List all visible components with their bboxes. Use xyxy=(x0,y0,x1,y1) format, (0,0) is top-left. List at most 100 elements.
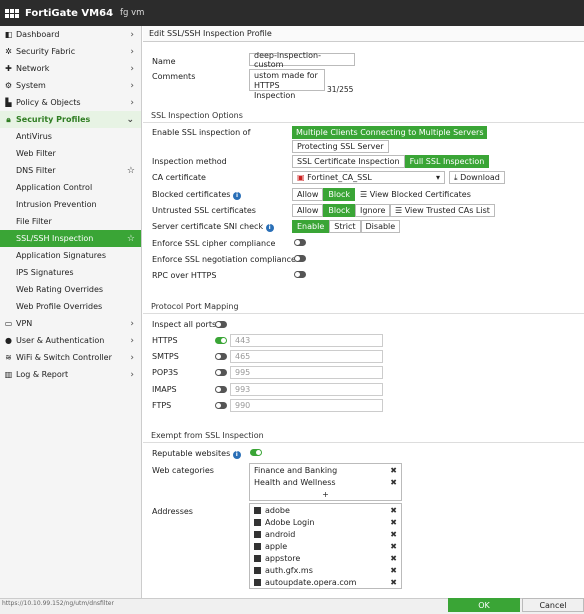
address-icon xyxy=(254,578,261,586)
comments-char-count: 31/255 xyxy=(327,85,354,94)
smtps-toggle[interactable] xyxy=(215,353,227,360)
certificate-icon: ▣ xyxy=(297,173,305,182)
sni-disable-option[interactable]: Disable xyxy=(360,220,401,233)
star-icon[interactable]: ☆ xyxy=(127,234,135,244)
list-item: adobe ✖ xyxy=(250,504,401,516)
https-port-input[interactable]: 443 xyxy=(230,334,383,347)
ok-button[interactable]: OK xyxy=(448,598,520,612)
star-icon[interactable]: ☆ xyxy=(127,166,135,176)
reputable-websites-toggle[interactable] xyxy=(250,449,262,456)
sidebar-item-log-report[interactable]: ▥ Log & Report › xyxy=(0,366,141,383)
blocked-block-option[interactable]: Block xyxy=(323,188,355,201)
close-icon[interactable]: ✖ xyxy=(390,506,397,515)
user-icon: ● xyxy=(5,336,12,345)
sidebar-item-intrusion-prevention[interactable]: Intrusion Prevention xyxy=(0,196,141,213)
sni-enable-option[interactable]: Enable xyxy=(292,220,330,233)
pop3s-port-input[interactable]: 995 xyxy=(230,366,383,379)
https-toggle[interactable] xyxy=(215,337,227,344)
close-icon[interactable]: ✖ xyxy=(390,530,397,539)
ca-certificate-label: CA certificate xyxy=(152,173,206,182)
imaps-port-input[interactable]: 993 xyxy=(230,383,383,396)
addresses-list: adobe ✖ Adobe Login ✖ android ✖ apple ✖ apps… xyxy=(249,503,402,589)
close-icon[interactable]: ✖ xyxy=(390,466,397,475)
web-categories-label: Web categories xyxy=(152,466,214,475)
blocked-allow-option[interactable]: Allow xyxy=(292,188,324,201)
list-item: Health and Wellness ✖ xyxy=(254,477,397,487)
sidebar-item-antivirus[interactable]: AntiVirus xyxy=(0,128,141,145)
imaps-toggle[interactable] xyxy=(215,386,227,393)
port-mapping-header: Protocol Port Mapping xyxy=(143,300,584,314)
blocked-certs-toggle: Allow Block xyxy=(292,188,355,201)
sidebar-item-ssl-ssh-inspection[interactable]: SSL/SSH Inspection ☆ xyxy=(0,230,141,247)
https-label: HTTPS xyxy=(152,336,178,345)
view-trusted-cas-button[interactable]: ☰ View Trusted CAs List xyxy=(390,204,495,217)
smtps-label: SMTPS xyxy=(152,352,179,361)
list-icon: ☰ xyxy=(360,190,368,199)
sni-strict-option[interactable]: Strict xyxy=(329,220,361,233)
ftps-port-input[interactable]: 990 xyxy=(230,399,383,412)
close-icon[interactable]: ✖ xyxy=(390,478,397,487)
cert-inspection-option[interactable]: SSL Certificate Inspection xyxy=(292,155,405,168)
sidebar-item-security-fabric[interactable]: ✲ Security Fabric › xyxy=(0,43,141,60)
sidebar-item-ips-signatures[interactable]: IPS Signatures xyxy=(0,264,141,281)
comments-textarea[interactable]: ustom made for HTTPS Inspection xyxy=(249,69,325,100)
sidebar-item-network[interactable]: ✚ Network › xyxy=(0,60,141,77)
close-icon[interactable]: ✖ xyxy=(390,542,397,551)
untrusted-block-option[interactable]: Block xyxy=(323,204,355,217)
vdom-name[interactable]: fg vm xyxy=(120,8,144,18)
full-inspection-option[interactable]: Full SSL Inspection xyxy=(404,155,490,168)
untrusted-ignore-option[interactable]: Ignore xyxy=(355,204,391,217)
inspect-all-ports-label: Inspect all ports xyxy=(152,320,217,329)
ca-certificate-select[interactable]: ▣ Fortinet_CA_SSL ▾ xyxy=(292,171,445,184)
policy-icon: ▙ xyxy=(5,98,12,107)
sidebar-item-dashboard[interactable]: ◧ Dashboard › xyxy=(0,26,141,43)
multiple-clients-option[interactable]: Multiple Clients Connecting to Multiple … xyxy=(292,126,488,139)
sidebar-item-wifi-switch-controller[interactable]: ≋ WiFi & Switch Controller › xyxy=(0,349,141,366)
sidebar-item-web-filter[interactable]: Web Filter xyxy=(0,145,141,162)
close-icon[interactable]: ✖ xyxy=(390,554,397,563)
blocked-certificates-label: Blocked certificates i xyxy=(152,190,241,200)
smtps-port-input[interactable]: 465 xyxy=(230,350,383,363)
close-icon[interactable]: ✖ xyxy=(390,566,397,575)
sidebar-item-security-profiles[interactable]: 🔒︎ Security Profiles ⌄ xyxy=(0,111,141,128)
network-icon: ✚ xyxy=(5,64,12,73)
cipher-compliance-label: Enforce SSL cipher compliance xyxy=(152,239,276,248)
protecting-server-option[interactable]: Protecting SSL Server xyxy=(292,140,389,153)
view-blocked-certificates-button[interactable]: ☰ View Blocked Certificates xyxy=(356,188,475,201)
info-icon: i xyxy=(232,451,241,459)
sidebar-item-web-profile-overrides[interactable]: Web Profile Overrides xyxy=(0,298,141,315)
chevron-right-icon: › xyxy=(130,369,134,380)
info-icon: i xyxy=(232,192,241,200)
sidebar-item-vpn[interactable]: ▭ VPN › xyxy=(0,315,141,332)
cancel-button[interactable]: Cancel xyxy=(522,598,584,612)
cipher-compliance-toggle[interactable] xyxy=(294,239,306,246)
download-button[interactable]: ⤓ Download xyxy=(449,171,505,184)
sidebar-item-system[interactable]: ⚙ System › xyxy=(0,77,141,94)
name-input[interactable]: deep-inspection-custom xyxy=(249,51,355,69)
chevron-right-icon: › xyxy=(130,29,134,40)
pop3s-toggle[interactable] xyxy=(215,369,227,376)
close-icon[interactable]: ✖ xyxy=(390,578,397,587)
sidebar-item-file-filter[interactable]: File Filter xyxy=(0,213,141,230)
enable-ssl-label: Enable SSL inspection of xyxy=(152,128,251,137)
sidebar-item-application-control[interactable]: Application Control xyxy=(0,179,141,196)
sidebar-item-dns-filter[interactable]: DNS Filter ☆ xyxy=(0,162,141,179)
chevron-right-icon: › xyxy=(130,46,134,57)
untrusted-allow-option[interactable]: Allow xyxy=(292,204,324,217)
top-bar: FortiGate VM64 fg vm xyxy=(0,0,584,26)
close-icon[interactable]: ✖ xyxy=(390,518,397,527)
add-web-category-button[interactable]: + xyxy=(250,488,401,500)
fabric-icon: ✲ xyxy=(5,47,12,56)
inspect-all-ports-toggle[interactable] xyxy=(215,321,227,328)
negotiation-compliance-toggle[interactable] xyxy=(294,255,306,262)
sidebar-item-user-authentication[interactable]: ● User & Authentication › xyxy=(0,332,141,349)
chevron-right-icon: › xyxy=(130,97,134,108)
sidebar-item-application-signatures[interactable]: Application Signatures xyxy=(0,247,141,264)
list-item: Finance and Banking ✖ xyxy=(254,465,397,475)
gear-icon: ⚙ xyxy=(4,81,13,90)
ftps-toggle[interactable] xyxy=(215,402,227,409)
rpc-https-toggle[interactable] xyxy=(294,271,306,278)
sidebar-item-policy-objects[interactable]: ▙ Policy & Objects › xyxy=(0,94,141,111)
inspection-method-toggle: SSL Certificate Inspection Full SSL Insp… xyxy=(292,155,490,168)
sidebar-item-web-rating-overrides[interactable]: Web Rating Overrides xyxy=(0,281,141,298)
